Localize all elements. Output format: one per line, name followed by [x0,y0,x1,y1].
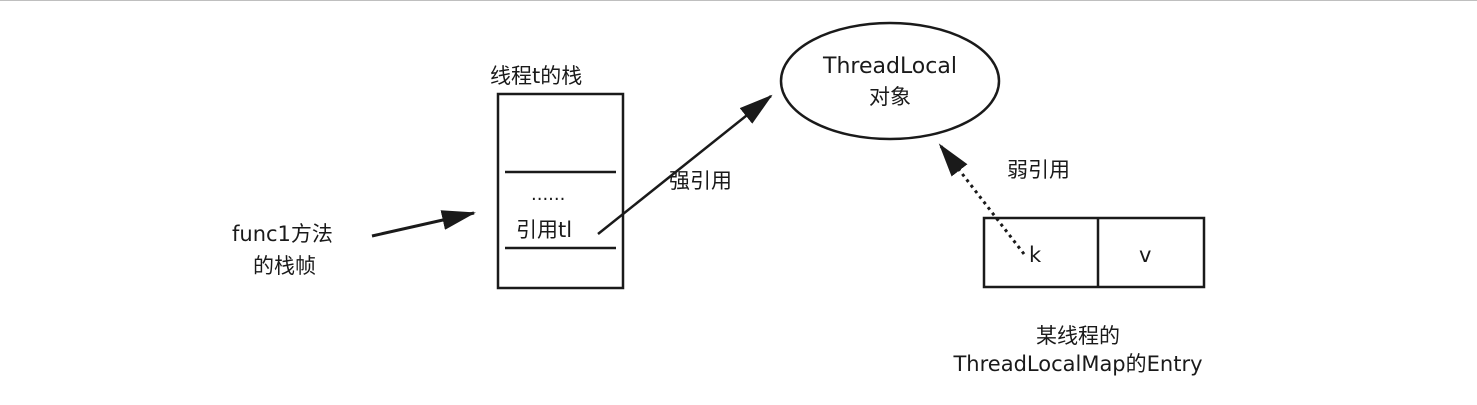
stack-title: 线程t的栈 [490,64,583,88]
stack-ref-label: 引用tl [516,218,573,242]
threadlocal-label-line1: ThreadLocal [823,54,957,79]
entry-value: v [1139,243,1152,267]
strong-ref-label: 强引用 [669,169,732,193]
frame-label-line2: 的栈帧 [253,254,316,278]
weak-ref-label: 弱引用 [1007,158,1070,182]
entry-caption-line2: ThreadLocalMap的Entry [953,352,1203,376]
threadlocal-object-ellipse [779,21,1001,141]
threadlocal-label-line2: 对象 [869,85,911,109]
frame-arrow [371,210,476,238]
entry-box [982,216,1206,289]
stack-ellipsis: ...... [531,184,566,205]
frame-label-line1: func1方法 [232,222,333,246]
entry-key: k [1029,243,1042,267]
entry-caption-line1: 某线程的 [1036,324,1120,348]
